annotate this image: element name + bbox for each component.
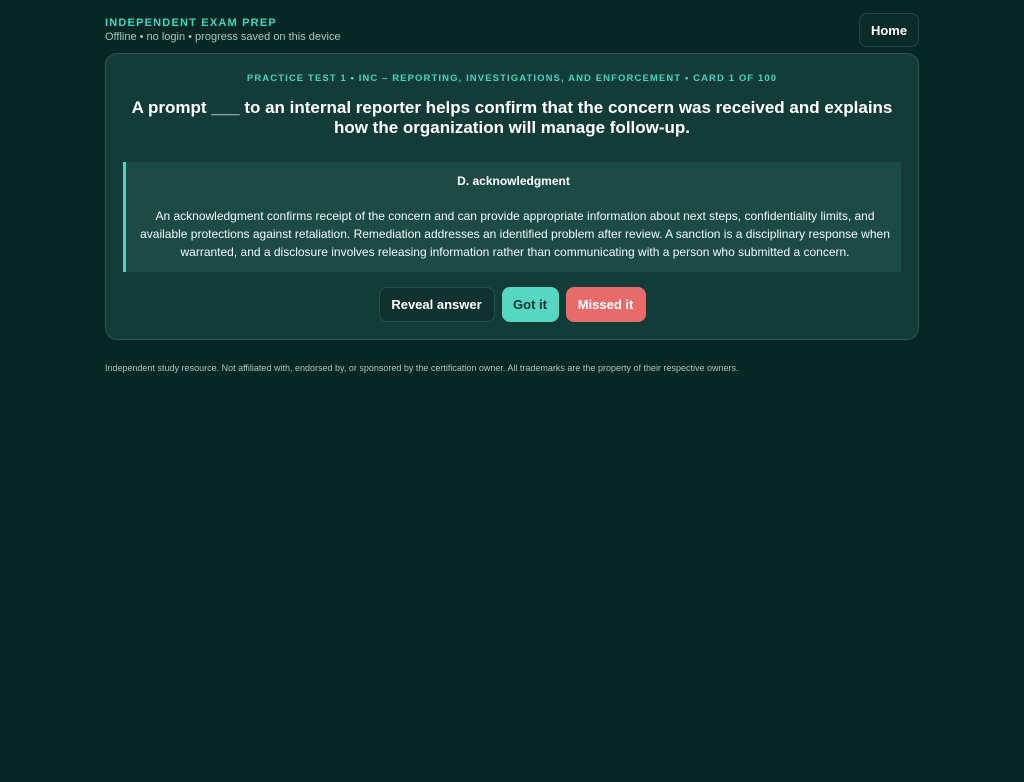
missed-it-button[interactable]: Missed it bbox=[565, 287, 646, 322]
home-button[interactable]: Home bbox=[859, 13, 919, 47]
practice-test-progress: PRACTICE TEST 1 • INC – REPORTING, INVES… bbox=[246, 73, 778, 84]
flashcard: PRACTICE TEST 1 • INC – REPORTING, INVES… bbox=[105, 53, 919, 340]
trademark-disclaimer: Independent study resource. Not affiliat… bbox=[105, 363, 739, 373]
brand-title: INDEPENDENT EXAM PREP bbox=[105, 17, 277, 29]
question-text: A prompt ___ to an internal reporter hel… bbox=[131, 98, 893, 137]
answer-label: D. acknowledgment bbox=[457, 174, 570, 188]
got-it-button[interactable]: Got it bbox=[501, 287, 559, 322]
page-header: INDEPENDENT EXAM PREP Offline • no login… bbox=[105, 13, 919, 48]
flashcard-actions: Reveal answer Got it Missed it bbox=[106, 287, 918, 322]
reveal-answer-button[interactable]: Reveal answer bbox=[378, 287, 495, 322]
flashcard-page: INDEPENDENT EXAM PREP Offline • no login… bbox=[0, 0, 1024, 782]
storage-tagline: Offline • no login • progress saved on t… bbox=[105, 31, 341, 43]
answer-panel: D. acknowledgment An acknowledgment conf… bbox=[123, 162, 901, 272]
answer-explanation: An acknowledgment confirms receipt of th… bbox=[140, 209, 890, 259]
